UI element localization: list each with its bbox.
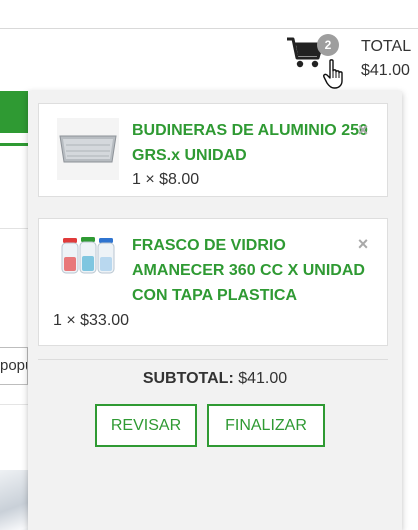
mini-cart-dropdown: BUDINERAS DE ALUMINIO 250 GRS.x UNIDAD 1… [28, 91, 402, 530]
nav-bar-fragment [0, 91, 28, 133]
cart-divider [38, 359, 388, 360]
cart-item: BUDINERAS DE ALUMINIO 250 GRS.x UNIDAD 1… [38, 103, 388, 197]
hand-pointer-cursor-icon [323, 59, 343, 89]
subtotal: SUBTOTAL: $41.00 [28, 370, 402, 388]
total-label: TOTAL [361, 38, 412, 55]
remove-item-icon[interactable]: × [355, 235, 371, 253]
cart-button[interactable]: 2 [286, 34, 346, 90]
subtotal-value: $41.00 [238, 370, 288, 387]
nav-underline-fragment [0, 143, 28, 146]
cart-item-title-link[interactable]: BUDINERAS DE ALUMINIO 250 GRS.x UNIDAD [132, 118, 382, 168]
section-divider [0, 228, 28, 229]
glass-jars-image[interactable] [57, 233, 119, 277]
total-amount: $41.00 [361, 62, 410, 79]
subtotal-label: SUBTOTAL: [142, 370, 234, 387]
aluminum-tray-image[interactable] [57, 118, 119, 180]
cart-item: FRASCO DE VIDRIO AMANECER 360 CC X UNIDA… [38, 218, 388, 346]
header-divider [0, 28, 418, 29]
cart-item-quantity-price: 1 × $33.00 [53, 312, 130, 329]
cart-item-title-link[interactable]: FRASCO DE VIDRIO AMANECER 360 CC X UNIDA… [132, 233, 382, 308]
cart-total[interactable]: TOTAL $41.00 [361, 37, 418, 81]
remove-item-icon[interactable]: × [355, 121, 371, 139]
sort-select-value: popularidad [0, 357, 27, 374]
cart-count-badge: 2 [317, 34, 339, 56]
cart-item-quantity-price: 1 × $8.00 [132, 171, 200, 188]
review-cart-button[interactable]: REVISAR [95, 404, 197, 447]
sort-select[interactable]: popularidad [0, 347, 28, 385]
checkout-button[interactable]: FINALIZAR [207, 404, 325, 447]
content-divider [0, 404, 28, 405]
